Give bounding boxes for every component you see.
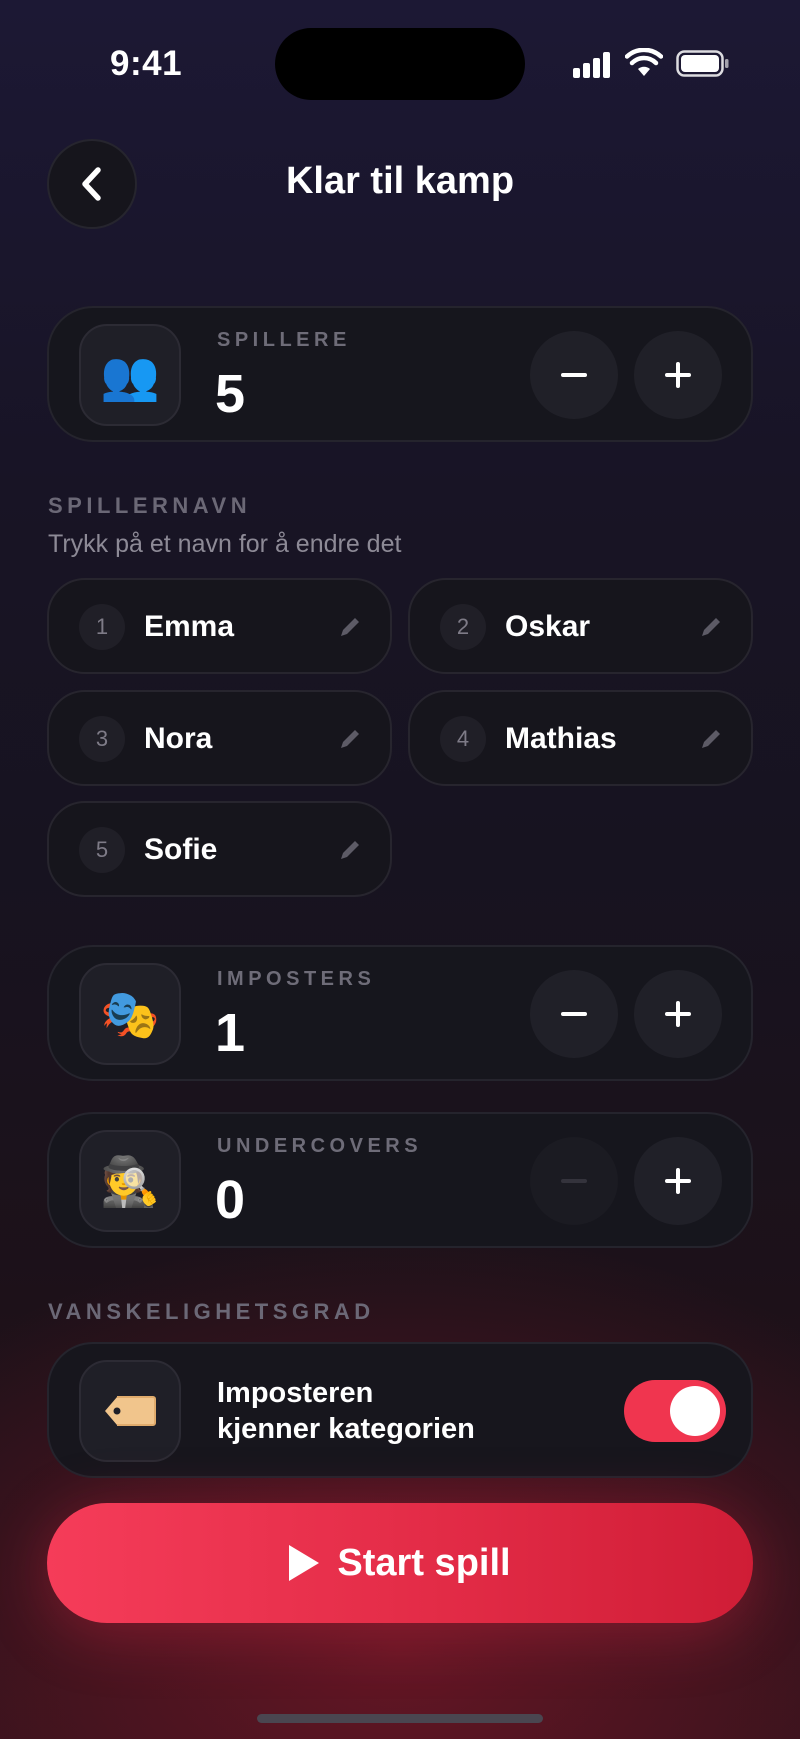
undercovers-count: 0	[215, 1170, 246, 1230]
undercovers-label: UNDERCOVERS	[217, 1135, 423, 1157]
cellular-signal-icon	[573, 52, 613, 78]
player-name-chip[interactable]: 3 Nora	[47, 690, 392, 786]
undercovers-increment-button[interactable]	[634, 1137, 722, 1225]
player-name-chip[interactable]: 5 Sofie	[47, 801, 392, 897]
difficulty-option-label: Imposteren kjenner kategorien	[217, 1377, 475, 1445]
players-card: 👥 SPILLERE 5	[47, 306, 753, 442]
undercovers-decrement-button[interactable]	[530, 1137, 618, 1225]
imposters-count: 1	[215, 1003, 246, 1063]
player-number: 3	[79, 716, 125, 762]
imposters-card: 🎭 IMPOSTERS 1	[47, 945, 753, 1081]
pencil-icon	[341, 618, 359, 636]
player-names-hint: Trykk på et navn for å endre det	[48, 530, 402, 558]
status-bar: 9:41	[0, 0, 800, 130]
player-number: 1	[79, 604, 125, 650]
difficulty-heading: VANSKELIGHETSGRAD	[48, 1299, 375, 1324]
players-decrement-button[interactable]	[530, 331, 618, 419]
plus-icon	[665, 362, 691, 388]
players-label: SPILLERE	[217, 329, 351, 351]
home-indicator	[257, 1714, 543, 1723]
imposters-icon: 🎭	[79, 963, 181, 1065]
tag-icon	[79, 1360, 181, 1462]
player-number: 2	[440, 604, 486, 650]
players-count: 5	[215, 364, 246, 424]
battery-icon	[676, 50, 729, 77]
plus-icon	[665, 1001, 691, 1027]
difficulty-option-card: Imposteren kjenner kategorien	[47, 1342, 753, 1478]
wifi-icon	[625, 48, 663, 76]
pencil-icon	[702, 730, 720, 748]
imposter-knows-category-toggle[interactable]	[624, 1380, 726, 1442]
toggle-knob	[670, 1386, 720, 1436]
players-icon: 👥	[79, 324, 181, 426]
pencil-icon	[702, 618, 720, 636]
player-name-chip[interactable]: 2 Oskar	[408, 578, 753, 674]
player-names-heading: SPILLERNAVN	[48, 493, 252, 518]
minus-icon	[561, 1012, 587, 1016]
plus-icon	[665, 1168, 691, 1194]
imposters-increment-button[interactable]	[634, 970, 722, 1058]
imposters-decrement-button[interactable]	[530, 970, 618, 1058]
minus-icon	[561, 373, 587, 377]
player-name: Mathias	[505, 722, 617, 755]
start-game-button[interactable]: Start spill	[47, 1503, 753, 1623]
dynamic-island	[275, 28, 525, 100]
player-number: 5	[79, 827, 125, 873]
undercovers-card: 🕵️ UNDERCOVERS 0	[47, 1112, 753, 1248]
player-name-chip[interactable]: 4 Mathias	[408, 690, 753, 786]
minus-icon	[561, 1179, 587, 1183]
play-icon	[289, 1545, 320, 1581]
start-game-label: Start spill	[337, 1541, 511, 1584]
player-name: Nora	[144, 722, 213, 755]
pencil-icon	[341, 841, 359, 859]
status-time: 9:41	[110, 44, 183, 83]
player-number: 4	[440, 716, 486, 762]
page-title: Klar til kamp	[285, 160, 515, 202]
player-name: Emma	[144, 610, 235, 643]
player-name-chip[interactable]: 1 Emma	[47, 578, 392, 674]
player-name: Oskar	[505, 610, 591, 643]
undercovers-icon: 🕵️	[79, 1130, 181, 1232]
players-increment-button[interactable]	[634, 331, 722, 419]
pencil-icon	[341, 730, 359, 748]
player-name: Sofie	[144, 833, 218, 866]
imposters-label: IMPOSTERS	[217, 968, 376, 990]
